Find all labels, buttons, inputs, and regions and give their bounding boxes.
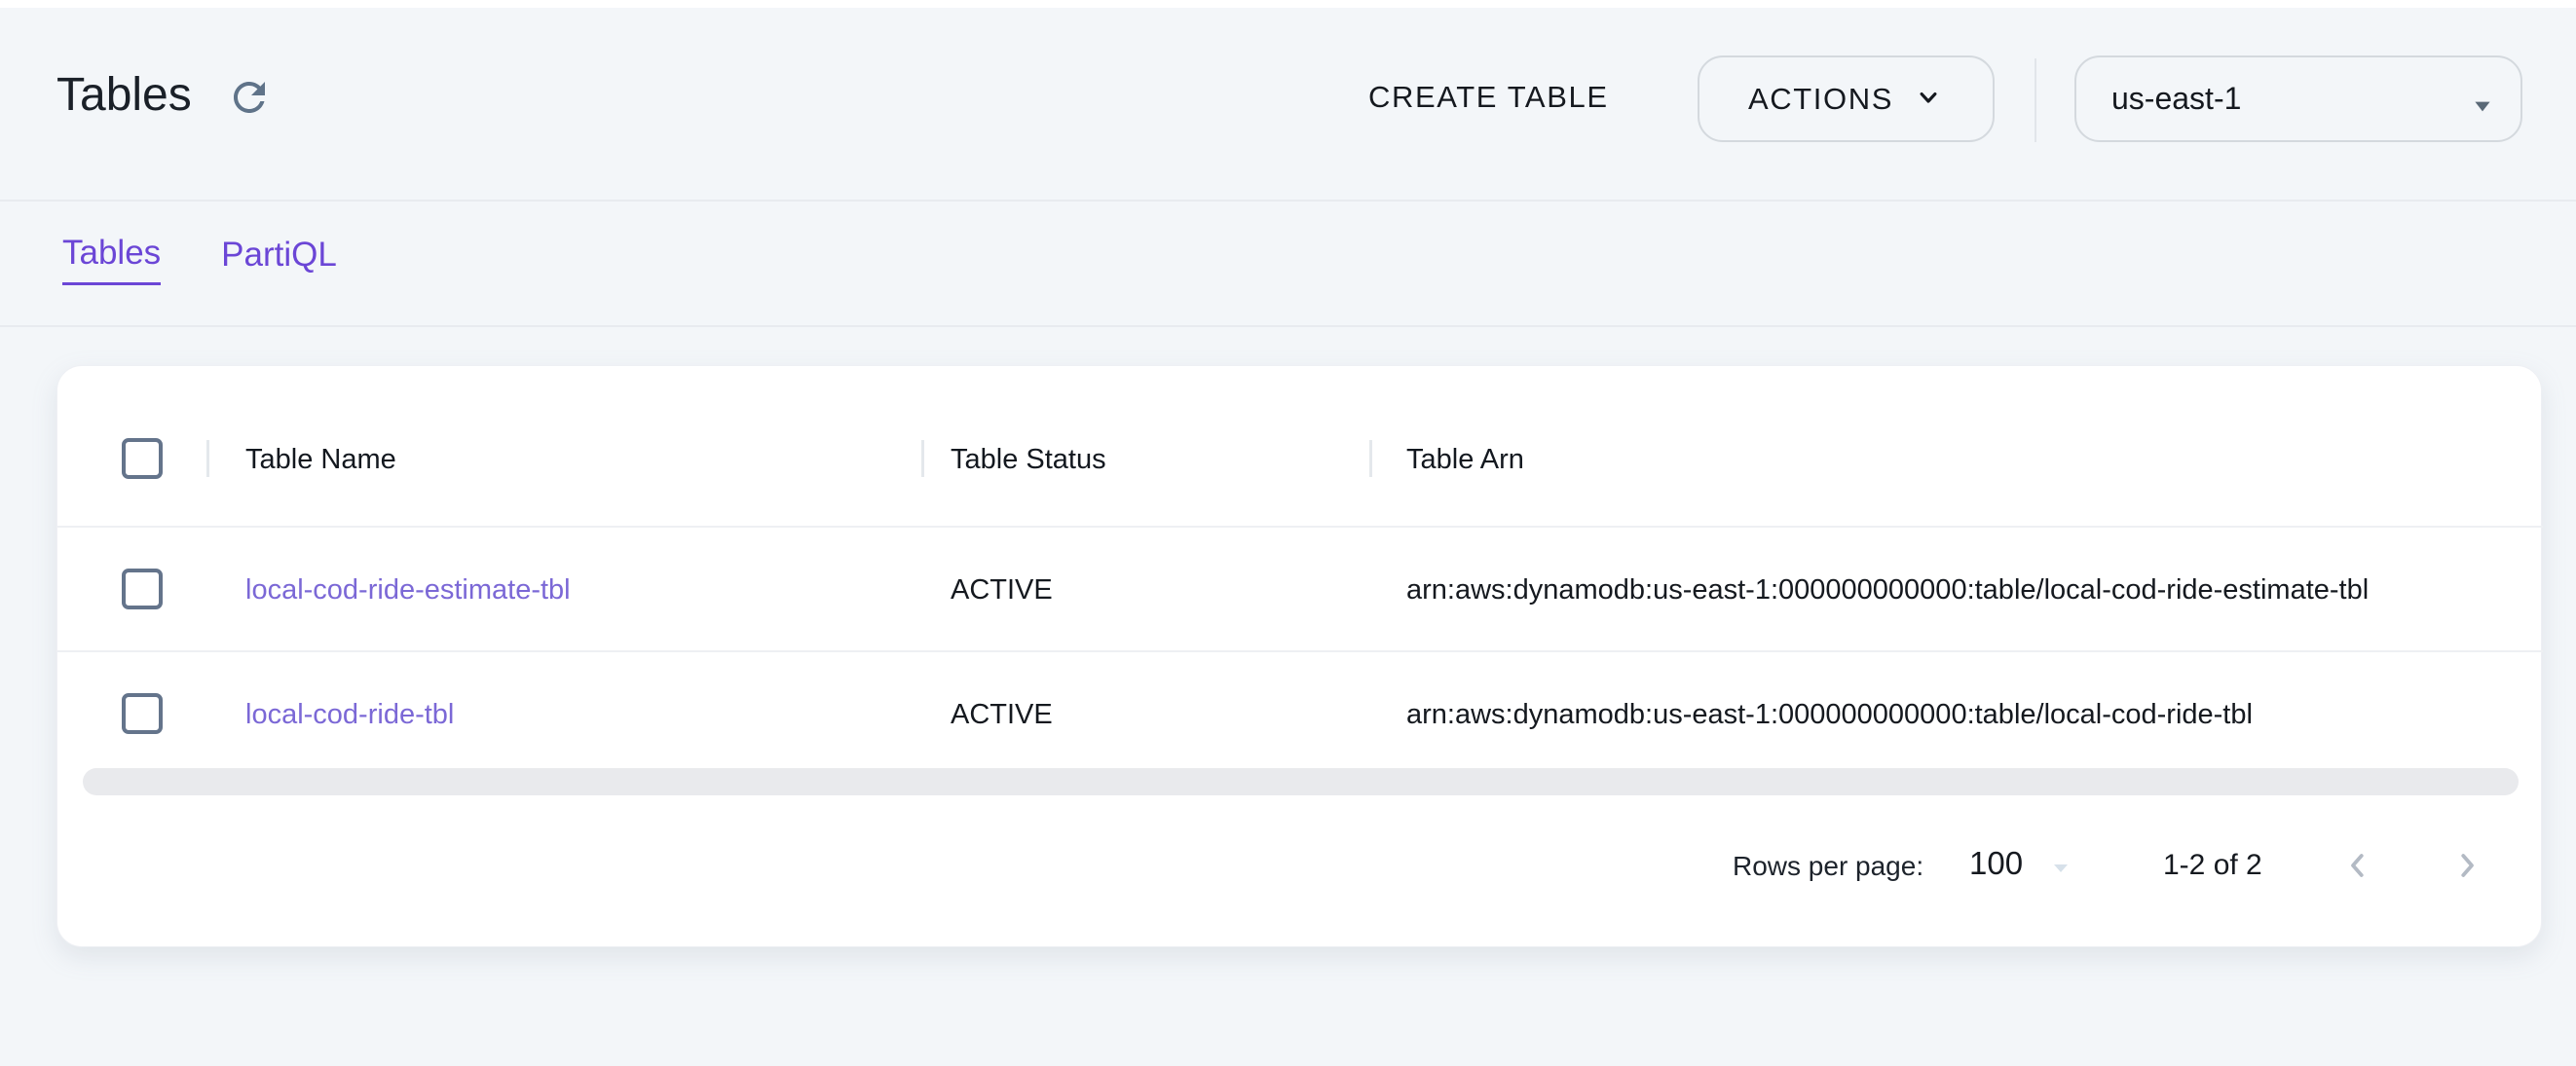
create-table-button[interactable]: CREATE TABLE xyxy=(1368,58,1609,136)
top-strip xyxy=(0,0,2576,8)
table-status-value: ACTIVE xyxy=(951,574,1053,607)
column-header-table-arn: Table Arn xyxy=(1406,444,1524,476)
chevron-down-icon xyxy=(1913,82,1944,116)
horizontal-scrollbar[interactable] xyxy=(83,768,2519,795)
column-separator xyxy=(921,440,924,477)
chevron-right-icon xyxy=(2447,873,2486,888)
tables-card: Table Name Table Status Table Arn local-… xyxy=(56,365,2542,947)
region-select-value: us-east-1 xyxy=(2111,81,2241,117)
table-status-value: ACTIVE xyxy=(951,699,1053,731)
page-title: Tables xyxy=(56,68,192,123)
row-divider xyxy=(57,526,2543,528)
table-arn-value: arn:aws:dynamodb:us-east-1:000000000000:… xyxy=(1406,699,2253,731)
refresh-button[interactable] xyxy=(226,74,273,121)
region-select[interactable]: us-east-1 xyxy=(2074,55,2522,142)
column-separator xyxy=(206,440,209,477)
rows-per-page-label: Rows per page: xyxy=(1733,851,1923,882)
tab-tables[interactable]: Tables xyxy=(62,234,161,285)
table-name-link[interactable]: local-cod-ride-tbl xyxy=(245,699,454,731)
table-arn-value: arn:aws:dynamodb:us-east-1:000000000000:… xyxy=(1406,574,2369,607)
row-divider xyxy=(57,650,2543,652)
actions-button-label: ACTIONS xyxy=(1748,82,1893,117)
header-divider xyxy=(0,200,2576,202)
rows-per-page-select[interactable]: 100 xyxy=(1969,845,2023,882)
refresh-icon xyxy=(226,109,273,124)
pagination-range-label: 1-2 of 2 xyxy=(2163,849,2262,882)
header-separator xyxy=(2035,58,2036,142)
chevron-left-icon xyxy=(2338,873,2377,888)
dynamodb-tables-page: { "header": { "title": "Tables", "create… xyxy=(0,0,2576,1066)
column-header-table-name: Table Name xyxy=(245,444,396,476)
column-header-table-status: Table Status xyxy=(951,444,1106,476)
dropdown-caret-icon xyxy=(2470,93,2495,124)
previous-page-button[interactable] xyxy=(2336,845,2379,888)
column-separator xyxy=(1369,440,1372,477)
next-page-button[interactable] xyxy=(2445,845,2488,888)
tab-partiql[interactable]: PartiQL xyxy=(221,234,337,285)
row-checkbox[interactable] xyxy=(122,693,163,734)
row-checkbox[interactable] xyxy=(122,569,163,609)
tab-bar: Tables PartiQL xyxy=(62,234,337,285)
actions-button[interactable]: ACTIONS xyxy=(1698,55,1995,142)
tabs-divider xyxy=(0,325,2576,327)
table-name-link[interactable]: local-cod-ride-estimate-tbl xyxy=(245,574,571,607)
select-all-checkbox[interactable] xyxy=(122,438,163,479)
rows-per-page-caret-icon xyxy=(2049,857,2072,885)
